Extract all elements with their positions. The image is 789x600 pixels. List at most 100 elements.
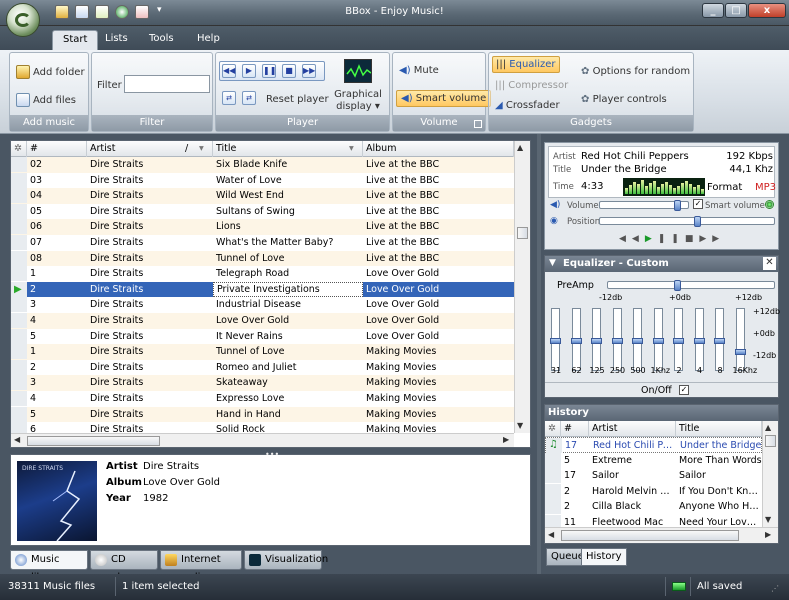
collapse-icon[interactable]: ▼ [549,258,556,268]
table-row[interactable]: 1 Dire Straits Telegraph Road Love Over Gol… [11,266,514,282]
table-row[interactable]: 06 Dire Straits Lions Live at the BBC [11,219,514,235]
table-row[interactable]: 02 Dire Straits Six Blade Knife Live at the… [11,157,514,173]
eq-band-thumb[interactable] [591,337,602,344]
history-col-title[interactable]: Title [676,421,762,437]
tab-music-library[interactable]: Music library [10,550,88,583]
history-column-selector-icon[interactable]: ✲ [545,421,561,437]
history-hscroll-thumb[interactable] [561,530,739,541]
tab-internet-radio[interactable]: Internet radio [160,550,242,583]
resize-grip-icon[interactable]: ⋰ [771,584,779,593]
next-icon[interactable]: ▶▶ [302,64,316,78]
column-header-number[interactable]: # [27,141,87,157]
history-gutter[interactable]: ♫ [546,438,562,453]
mini-pause-icon[interactable]: ❚❚ [658,234,685,244]
eq-band-slider[interactable] [611,308,623,371]
tab-visualization[interactable]: Visualization [244,550,328,570]
tab-help[interactable]: Help [187,30,230,50]
history-gutter[interactable] [545,499,561,515]
history-col-artist[interactable]: Artist [589,421,676,437]
column-header-artist[interactable]: Artist / ▾ [87,141,213,157]
player-controls-button[interactable]: ✿ Player controls [581,94,667,105]
list-item[interactable]: 17 Sailor Sailor [545,468,762,484]
eq-band-slider[interactable] [550,308,561,371]
vertical-scrollbar[interactable]: ▲ ▼ [514,141,530,433]
crossfader-button[interactable]: ◢ Crossfader [495,100,560,111]
row-gutter[interactable] [11,250,27,266]
previous-icon[interactable]: ◀◀ [222,64,236,78]
repeat-all-icon[interactable]: ⇄ [242,91,256,105]
minimize-button[interactable]: _ [702,3,724,18]
position-slider[interactable] [599,216,775,227]
row-gutter[interactable] [11,172,27,188]
repeat-icon[interactable]: ⇄ [222,91,236,105]
column-header-title[interactable]: Title ▾ [213,141,363,157]
row-gutter[interactable]: ▶ [11,281,27,297]
scroll-right-icon[interactable]: ▶ [503,435,509,444]
tab-history[interactable]: History [581,548,627,566]
tab-cd-player[interactable]: CD player [90,550,158,583]
list-item[interactable]: ♫ 17 Red Hot Chili Pep... Under the Bridge [545,437,762,453]
filter-input[interactable] [124,75,210,93]
tab-tools[interactable]: Tools [139,30,184,50]
column-dropdown-icon[interactable]: ▾ [349,141,354,156]
scroll-left-icon[interactable]: ◀ [14,435,20,444]
graphical-display-button[interactable]: Graphical display ▾ [332,89,384,113]
play-icon[interactable]: ▶ [242,64,256,78]
eq-band-thumb[interactable] [693,337,705,344]
app-menu-button[interactable] [6,3,40,37]
history-vscroll[interactable]: ▲ ▼ [762,421,778,527]
column-dropdown-icon[interactable]: ▾ [199,141,204,156]
row-gutter[interactable] [11,219,27,235]
table-row[interactable]: 08 Dire Straits Tunnel of Love Live at the … [11,250,514,267]
row-gutter[interactable] [11,297,27,313]
row-gutter[interactable] [11,391,27,406]
list-item[interactable]: 5 Extreme More Than Words [545,452,762,469]
close-button[interactable]: x [748,3,786,18]
volume-slider-thumb[interactable] [673,200,681,211]
history-col-number[interactable]: # [561,421,589,437]
preamp-slider[interactable] [607,280,775,291]
eq-band-slider[interactable] [570,308,582,371]
eq-band-thumb[interactable] [714,337,725,344]
smart-volume-button[interactable]: ◀) Smart volume [396,90,492,107]
mini-previous-icon[interactable]: ◀◀ [619,234,645,244]
eq-band-slider[interactable] [734,308,746,371]
mute-button[interactable]: ◀) Mute [399,65,439,76]
row-gutter[interactable] [11,344,27,360]
eq-band-thumb[interactable] [570,337,582,344]
table-row[interactable]: 03 Dire Straits Water of Love Live at the B… [11,172,514,189]
eq-band-thumb[interactable] [550,337,561,344]
tab-start[interactable]: Start [52,30,99,50]
table-row[interactable]: 4 Dire Straits Love Over Gold Love Over Gol… [11,313,514,329]
row-gutter[interactable] [11,375,27,391]
history-gutter[interactable] [545,452,561,468]
eq-onoff-checkbox[interactable]: ✓ [679,385,689,395]
splitter[interactable] [537,134,541,574]
preamp-slider-thumb[interactable] [674,280,681,291]
smart-volume-checkbox[interactable]: ✓ [693,199,703,209]
history-scroll-thumb[interactable] [765,435,776,447]
row-gutter[interactable] [11,328,27,344]
history-gutter[interactable] [545,468,561,484]
table-row[interactable]: 5 Dire Straits Hand in Hand Making Movies [11,406,514,423]
dialog-launcher-icon[interactable] [474,120,482,128]
eq-band-thumb[interactable] [652,337,664,344]
eq-band-slider[interactable] [714,308,725,371]
history-scroll-left-icon[interactable]: ◀ [548,530,554,539]
eq-band-slider[interactable] [632,308,643,371]
compressor-button[interactable]: ||| Compressor [495,80,568,91]
reset-player-button[interactable]: Reset player [266,94,329,105]
pane-grip-icon[interactable]: ••• [265,450,279,459]
eq-band-thumb[interactable] [673,337,684,344]
table-row[interactable]: 5 Dire Straits It Never Rains Love Over Gol… [11,328,514,345]
row-gutter[interactable] [11,359,27,375]
table-row[interactable]: 3 Dire Straits Skateaway Making Movies [11,375,514,391]
vertical-scroll-thumb[interactable] [517,227,528,239]
stop-icon[interactable]: ■ [282,64,296,78]
row-gutter[interactable] [11,406,27,422]
table-row[interactable]: 05 Dire Straits Sultans of Swing Live at th… [11,203,514,220]
eq-band-thumb[interactable] [611,337,623,344]
row-gutter[interactable] [11,313,27,328]
row-gutter[interactable] [11,235,27,250]
row-gutter[interactable] [11,157,27,172]
